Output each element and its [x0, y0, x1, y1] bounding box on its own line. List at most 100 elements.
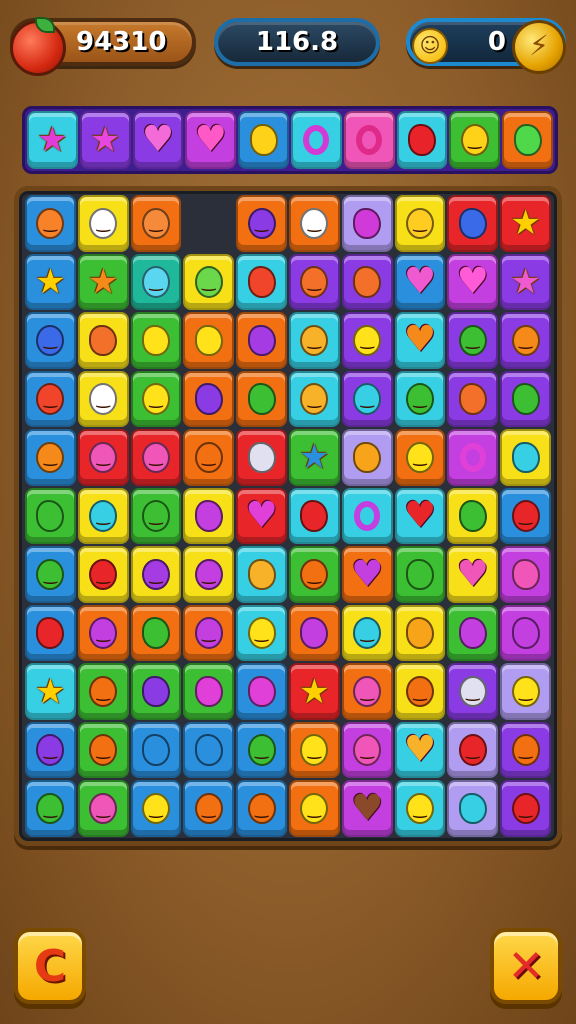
board-tile[interactable]: ‿ [77, 370, 129, 428]
tray-tile[interactable] [343, 111, 395, 169]
board-tile[interactable]: ‿ [77, 721, 129, 779]
tray-tile[interactable] [238, 111, 289, 169]
board-tile[interactable]: ‿ [183, 780, 235, 837]
board-tile[interactable] [447, 604, 499, 662]
board-tile[interactable]: ‿ [130, 546, 182, 603]
board-tile[interactable]: ‿ [77, 195, 129, 252]
board-tile[interactable]: ‿ [236, 604, 287, 662]
board-tile[interactable]: ‿ [236, 780, 287, 837]
board-tile[interactable] [183, 663, 235, 720]
board-tile[interactable]: ‿ [25, 312, 76, 369]
board-tile[interactable]: ‿ [77, 780, 129, 837]
board-tile[interactable]: ‿ [25, 780, 76, 837]
board-tile[interactable]: ‿ [77, 487, 129, 545]
board-tile[interactable] [394, 546, 446, 603]
board-tile[interactable] [288, 604, 340, 662]
board-tile[interactable] [236, 370, 287, 428]
board-tile[interactable] [288, 487, 340, 545]
coin-counter[interactable]: ☺ 0 ⚡ [406, 18, 566, 74]
board-tile[interactable]: ‿ [77, 546, 129, 603]
board-tile[interactable] [236, 429, 287, 486]
board-tile[interactable]: ‿ [288, 370, 340, 428]
tray-tile[interactable]: ‿ [449, 111, 501, 169]
tray-tile[interactable]: ♥ [185, 111, 237, 169]
board-tile[interactable]: ♥ [447, 253, 499, 311]
board-tile[interactable] [447, 429, 499, 486]
board-tile[interactable]: ‿ [130, 780, 182, 837]
board-tile[interactable]: ‿ [394, 195, 446, 252]
board-tile[interactable]: ‿ [288, 780, 340, 837]
board-tile[interactable]: ★ [25, 663, 76, 720]
board-tile[interactable]: ‿ [183, 429, 235, 486]
board-tile[interactable]: ♥ [394, 312, 446, 369]
board-tile[interactable]: ‿ [236, 721, 287, 779]
board-tile[interactable]: ‿ [130, 253, 182, 311]
board-tile[interactable] [500, 429, 551, 486]
board-tile[interactable]: ♥ [341, 546, 393, 603]
board-tile[interactable] [341, 253, 393, 311]
board-tile[interactable]: ‿ [394, 663, 446, 720]
board-tile[interactable] [447, 195, 499, 252]
board-tile[interactable]: ‿ [236, 195, 287, 252]
board-tile[interactable]: ‿ [341, 663, 393, 720]
close-button[interactable]: ✕ [490, 928, 562, 1004]
board-tile[interactable]: ‿ [394, 429, 446, 486]
tray-tile[interactable]: ★ [27, 111, 78, 169]
board-tile[interactable] [394, 604, 446, 662]
tray-tile[interactable]: ♥ [132, 111, 184, 169]
board-tile[interactable]: ‿ [500, 312, 551, 369]
board-tile[interactable]: ‿ [341, 370, 393, 428]
board-tile[interactable] [341, 487, 393, 545]
board-tile[interactable]: ♥ [394, 487, 446, 545]
board-tile[interactable] [183, 721, 235, 779]
board-tile[interactable]: ♥ [447, 546, 499, 603]
board-tile[interactable]: ‿ [341, 721, 393, 779]
board-tile[interactable] [236, 663, 287, 720]
board-tile[interactable]: ‿ [394, 370, 446, 428]
board-tile[interactable]: ‿ [288, 546, 340, 603]
board-tile[interactable]: ‿ [77, 429, 129, 486]
board-tile[interactable]: ‿ [130, 370, 182, 428]
board-tile[interactable] [447, 780, 499, 837]
board-tile[interactable]: ‿ [183, 546, 235, 603]
board-tile[interactable]: ‿ [183, 604, 235, 662]
board-tile[interactable]: ‿ [288, 721, 340, 779]
board-tile[interactable] [77, 312, 129, 369]
board-tile[interactable]: ‿ [500, 663, 551, 720]
board-tile[interactable] [130, 663, 182, 720]
board-tile[interactable]: ‿ [288, 253, 340, 311]
board-tile[interactable]: ‿ [130, 195, 182, 252]
board-tile[interactable]: ‿ [130, 429, 182, 486]
tray-tile[interactable] [290, 111, 342, 169]
board-tile[interactable] [236, 312, 287, 369]
board-tile[interactable]: ‿ [447, 721, 499, 779]
board-tile[interactable] [25, 487, 76, 545]
board-tile[interactable]: ‿ [341, 604, 393, 662]
board-tile[interactable] [341, 195, 393, 252]
board-tile[interactable]: ‿ [183, 253, 235, 311]
board-tile[interactable] [183, 312, 235, 369]
board-tile[interactable]: ★ [77, 253, 129, 311]
board-tile[interactable] [447, 487, 499, 545]
board-tile[interactable] [500, 546, 551, 603]
board-tile[interactable]: ‿ [130, 487, 182, 545]
board-tile[interactable] [500, 604, 551, 662]
board-tile[interactable]: ‿ [25, 546, 76, 603]
board-tile[interactable]: ‿ [25, 429, 76, 486]
board-tile[interactable]: ★ [288, 429, 340, 486]
tray-tile[interactable]: ★ [79, 111, 131, 169]
board-tile[interactable]: ‿ [25, 195, 76, 252]
board-tile[interactable] [341, 429, 393, 486]
board-tile[interactable]: ‿ [288, 312, 340, 369]
board-tile[interactable] [183, 370, 235, 428]
board-tile[interactable]: ‿ [288, 195, 340, 252]
board-tile[interactable] [130, 604, 182, 662]
board-tile[interactable]: ★ [500, 195, 551, 252]
board-tile[interactable]: ♥ [341, 780, 393, 837]
board-tile[interactable]: ‿ [77, 663, 129, 720]
board-tile[interactable]: ‿ [341, 312, 393, 369]
board-tile[interactable] [130, 721, 182, 779]
board-tile[interactable] [500, 370, 551, 428]
board-tile[interactable]: ‿ [500, 780, 551, 837]
board-tile[interactable] [447, 370, 499, 428]
